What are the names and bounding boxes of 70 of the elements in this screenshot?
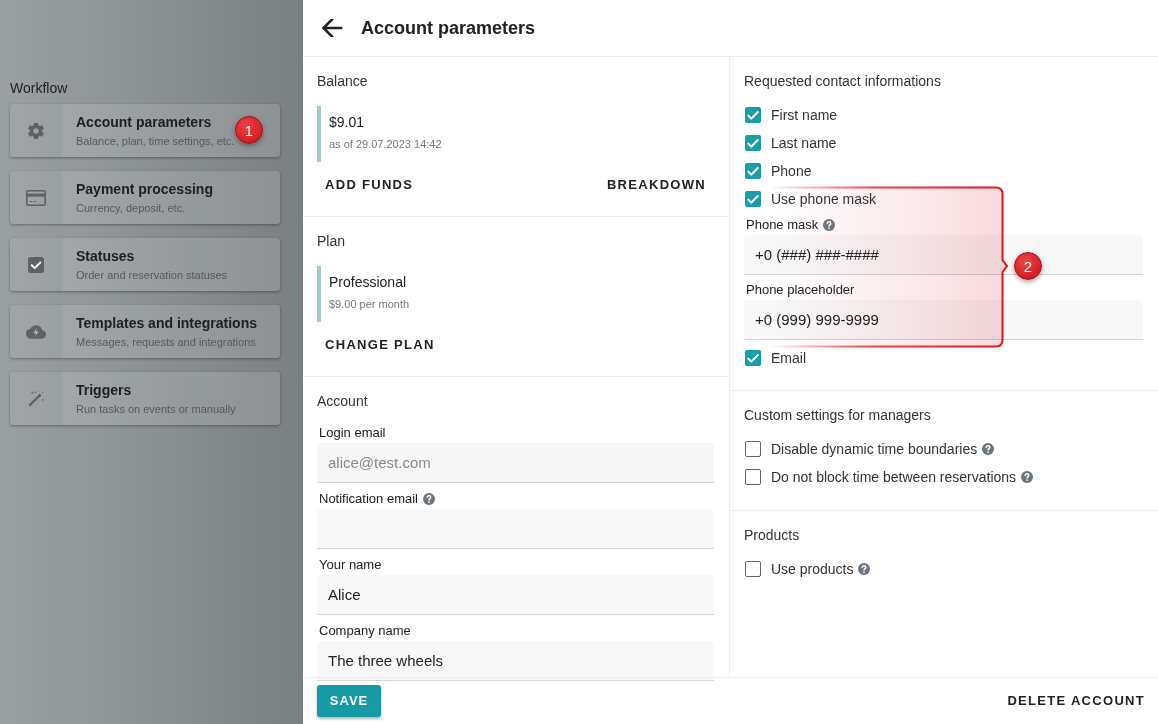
checkbox-label: Use products <box>771 559 854 579</box>
checkbox[interactable] <box>745 191 761 207</box>
checkbox[interactable] <box>745 441 761 457</box>
help-icon[interactable] <box>423 493 435 506</box>
help-icon[interactable] <box>1021 471 1034 483</box>
tick-icon <box>747 352 759 364</box>
item-title: Templates and integrations <box>76 314 257 332</box>
info-value: $9.01 <box>329 113 365 132</box>
checkbox[interactable] <box>745 107 761 123</box>
magic-wand-icon <box>27 389 45 408</box>
info-detail: $9.00 per month <box>329 297 410 312</box>
checkbox[interactable] <box>745 469 761 485</box>
field-label: Company name <box>318 622 411 640</box>
back-arrow-icon[interactable] <box>321 19 343 37</box>
tick-icon <box>747 109 759 121</box>
checkbox[interactable] <box>745 135 761 151</box>
field-label: Login email <box>318 424 386 442</box>
tick-icon <box>747 165 759 177</box>
checkbox[interactable] <box>745 561 761 577</box>
item-subtitle: Messages, requests and integrations <box>76 335 256 350</box>
item-subtitle: Currency, deposit, etc. <box>76 201 186 216</box>
checkbox-label: Phone <box>771 161 812 181</box>
help-icon[interactable] <box>982 443 995 455</box>
page-title: Account parameters <box>361 16 536 40</box>
sidebar-item[interactable]: Statuses Order and reservation statuses <box>10 238 280 291</box>
info-detail: as of 29.07.2023 14:42 <box>329 137 442 152</box>
callout-badge: 1 <box>235 116 263 144</box>
item-subtitle: Order and reservation statuses <box>76 268 228 283</box>
checkbox-label: Email <box>771 348 806 368</box>
sidebar-item[interactable]: Templates and integrations Messages, requests and integrations <box>10 305 280 358</box>
item-subtitle: Balance, plan, time settings, etc. <box>76 134 235 149</box>
checkbox[interactable] <box>745 350 761 366</box>
checkbox[interactable] <box>745 163 761 179</box>
checkbox-label: Use phone mask <box>771 189 877 209</box>
delete-account-button[interactable]: DELETE ACCOUNT <box>999 683 1153 719</box>
field-label: Phone mask <box>745 216 819 234</box>
section-title: Custom settings for managers <box>744 406 931 425</box>
checkbox-label: Last name <box>771 133 837 153</box>
text-button[interactable]: CHANGE PLAN <box>317 327 443 363</box>
item-title: Account parameters <box>76 113 212 131</box>
item-title: Statuses <box>76 247 135 265</box>
callout-badge: 2 <box>1014 252 1042 280</box>
checkbox-label: First name <box>771 105 838 125</box>
sidebar-item[interactable]: Triggers Run tasks on events or manually <box>10 372 280 425</box>
item-subtitle: Run tasks on events or manually <box>76 402 236 417</box>
section-title: Account <box>317 392 368 411</box>
sidebar-item[interactable]: Payment processing Currency, deposit, etc. <box>10 171 280 224</box>
section-title: Requested contact informations <box>744 72 941 91</box>
cloud-lightning-icon <box>26 324 46 339</box>
text-button[interactable]: ADD FUNDS <box>317 167 422 203</box>
sidebar-item[interactable]: Account parameters Balance, plan, time settings, etc. 1 <box>10 104 280 157</box>
tick-icon <box>747 193 759 205</box>
field-label: Phone placeholder <box>745 281 855 299</box>
text-button[interactable]: BREAKDOWN <box>598 167 714 203</box>
checked-box-icon <box>28 256 44 273</box>
item-title: Payment processing <box>76 180 213 198</box>
section-title: Products <box>744 526 800 545</box>
field-label: Your name <box>318 556 382 574</box>
sidebar-heading: Workflow <box>10 79 68 98</box>
credit-card-icon <box>26 189 46 206</box>
tick-icon <box>747 137 759 149</box>
info-value: Professional <box>329 273 407 292</box>
gear-icon <box>28 122 44 139</box>
field-label: Notification email <box>318 490 418 508</box>
section-title: Balance <box>317 72 368 91</box>
checkbox-label: Disable dynamic time boundaries <box>771 439 978 459</box>
section-title: Plan <box>317 232 346 251</box>
help-icon[interactable] <box>858 563 871 575</box>
checkbox-label: Do not block time between reservations <box>771 467 1017 487</box>
item-title: Triggers <box>76 381 132 399</box>
